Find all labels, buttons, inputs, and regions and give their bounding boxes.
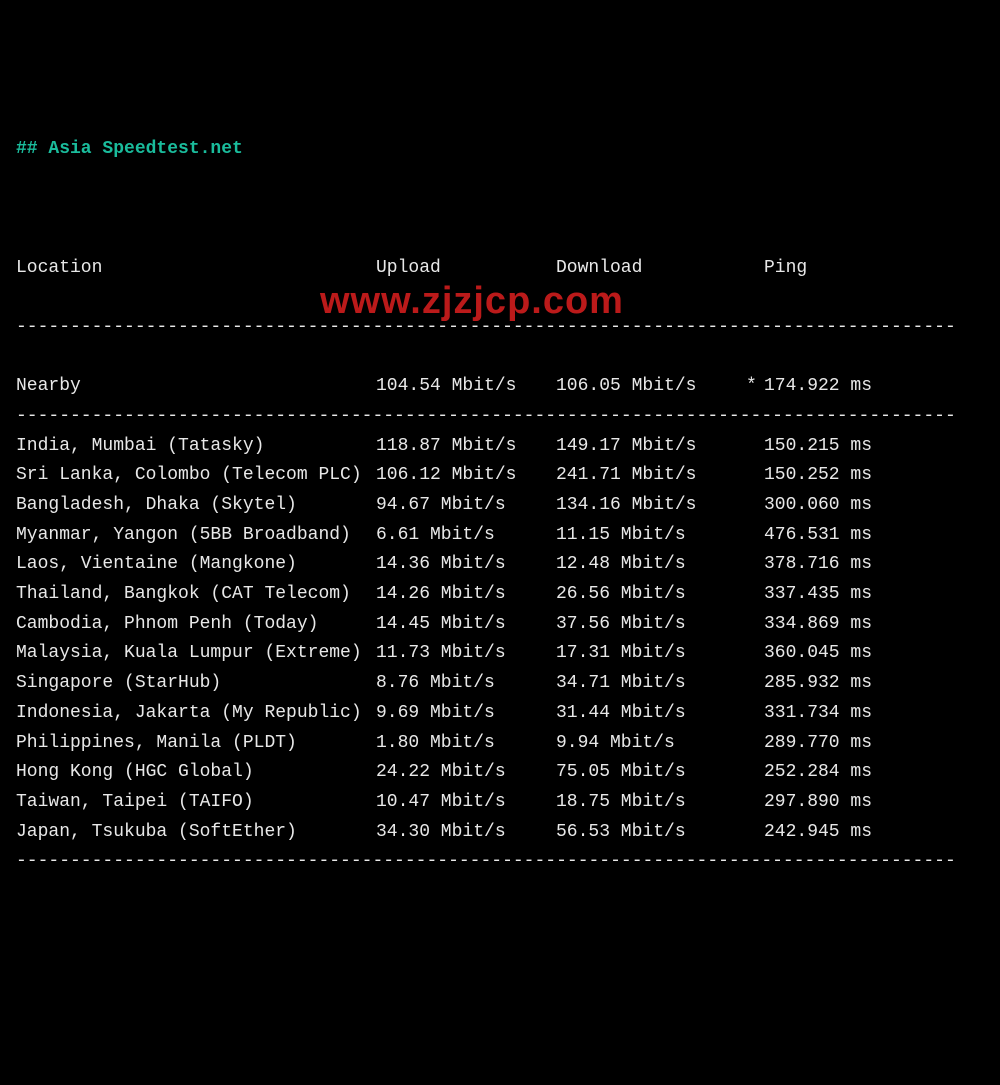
cell-upload: 106.12 Mbit/s [376, 461, 556, 491]
cell-star [746, 729, 764, 759]
table-row: Cambodia, Phnom Penh (Today)14.45 Mbit/s… [16, 610, 984, 640]
cell-star [746, 639, 764, 669]
cell-ping: 378.716 ms [764, 550, 934, 580]
cell-upload: 14.36 Mbit/s [376, 550, 556, 580]
cell-upload: 6.61 Mbit/s [376, 521, 556, 551]
cell-ping: 297.890 ms [764, 788, 934, 818]
cell-download: 11.15 Mbit/s [556, 521, 746, 551]
cell-download: 241.71 Mbit/s [556, 461, 746, 491]
table-row: Nearby104.54 Mbit/s106.05 Mbit/s* 174.92… [16, 372, 984, 402]
table-row: Malaysia, Kuala Lumpur (Extreme)11.73 Mb… [16, 639, 984, 669]
cell-location: Myanmar, Yangon (5BB Broadband) [16, 521, 376, 551]
cell-upload: 9.69 Mbit/s [376, 699, 556, 729]
cell-ping: 150.252 ms [764, 461, 934, 491]
col-header-upload: Upload [376, 254, 556, 284]
cell-download: 37.56 Mbit/s [556, 610, 746, 640]
cell-download: 17.31 Mbit/s [556, 639, 746, 669]
table-row: Indonesia, Jakarta (My Republic)9.69 Mbi… [16, 699, 984, 729]
table-header: Location Upload Download Ping [16, 254, 984, 284]
cell-upload: 94.67 Mbit/s [376, 491, 556, 521]
col-header-download: Download [556, 254, 746, 284]
divider: ----------------------------------------… [16, 313, 984, 343]
cell-download: 75.05 Mbit/s [556, 758, 746, 788]
cell-star [746, 461, 764, 491]
cell-location: Taiwan, Taipei (TAIFO) [16, 788, 376, 818]
cell-star [746, 491, 764, 521]
table-row: Taiwan, Taipei (TAIFO)10.47 Mbit/s18.75 … [16, 788, 984, 818]
cell-upload: 34.30 Mbit/s [376, 818, 556, 848]
cell-star [746, 699, 764, 729]
section-title: ## Asia Speedtest.net [16, 135, 984, 165]
table-row: Philippines, Manila (PLDT)1.80 Mbit/s9.9… [16, 729, 984, 759]
cell-ping: 150.215 ms [764, 432, 934, 462]
divider: ----------------------------------------… [16, 402, 984, 432]
cell-ping: 331.734 ms [764, 699, 934, 729]
cell-download: 9.94 Mbit/s [556, 729, 746, 759]
cell-download: 18.75 Mbit/s [556, 788, 746, 818]
table-row: Sri Lanka, Colombo (Telecom PLC)106.12 M… [16, 461, 984, 491]
cell-location: Malaysia, Kuala Lumpur (Extreme) [16, 639, 376, 669]
cell-upload: 8.76 Mbit/s [376, 669, 556, 699]
cell-ping: 285.932 ms [764, 669, 934, 699]
table-row: Japan, Tsukuba (SoftEther)34.30 Mbit/s56… [16, 818, 984, 848]
cell-upload: 118.87 Mbit/s [376, 432, 556, 462]
cell-star [746, 550, 764, 580]
cell-download: 34.71 Mbit/s [556, 669, 746, 699]
table-row: Singapore (StarHub)8.76 Mbit/s34.71 Mbit… [16, 669, 984, 699]
cell-ping: 300.060 ms [764, 491, 934, 521]
table-row: Hong Kong (HGC Global)24.22 Mbit/s75.05 … [16, 758, 984, 788]
cell-star [746, 818, 764, 848]
cell-download: 31.44 Mbit/s [556, 699, 746, 729]
cell-star [746, 669, 764, 699]
cell-ping: 242.945 ms [764, 818, 934, 848]
cell-ping: 252.284 ms [764, 758, 934, 788]
col-header-location: Location [16, 254, 376, 284]
col-header-ping: Ping [764, 254, 934, 284]
table-row: India, Mumbai (Tatasky)118.87 Mbit/s149.… [16, 432, 984, 462]
cell-upload: 10.47 Mbit/s [376, 788, 556, 818]
cell-location: Singapore (StarHub) [16, 669, 376, 699]
table-row: Laos, Vientaine (Mangkone)14.36 Mbit/s12… [16, 550, 984, 580]
cell-location: Indonesia, Jakarta (My Republic) [16, 699, 376, 729]
cell-location: India, Mumbai (Tatasky) [16, 432, 376, 462]
cell-ping: 289.770 ms [764, 729, 934, 759]
cell-upload: 24.22 Mbit/s [376, 758, 556, 788]
cell-ping: 334.869 ms [764, 610, 934, 640]
cell-star: * [746, 372, 764, 402]
cell-download: 149.17 Mbit/s [556, 432, 746, 462]
blank-line [16, 194, 984, 224]
cell-download: 134.16 Mbit/s [556, 491, 746, 521]
cell-ping: 476.531 ms [764, 521, 934, 551]
cell-download: 56.53 Mbit/s [556, 818, 746, 848]
cell-download: 106.05 Mbit/s [556, 372, 746, 402]
col-header-star [746, 254, 764, 284]
cell-upload: 104.54 Mbit/s [376, 372, 556, 402]
cell-location: Laos, Vientaine (Mangkone) [16, 550, 376, 580]
cell-star [746, 758, 764, 788]
cell-upload: 11.73 Mbit/s [376, 639, 556, 669]
cell-location: Sri Lanka, Colombo (Telecom PLC) [16, 461, 376, 491]
cell-ping: 360.045 ms [764, 639, 934, 669]
cell-location: Cambodia, Phnom Penh (Today) [16, 610, 376, 640]
cell-upload: 1.80 Mbit/s [376, 729, 556, 759]
cell-download: 12.48 Mbit/s [556, 550, 746, 580]
cell-location: Japan, Tsukuba (SoftEther) [16, 818, 376, 848]
cell-star [746, 521, 764, 551]
table-row: Myanmar, Yangon (5BB Broadband)6.61 Mbit… [16, 521, 984, 551]
cell-ping: 174.922 ms [764, 372, 934, 402]
cell-location: Hong Kong (HGC Global) [16, 758, 376, 788]
divider: ----------------------------------------… [16, 847, 984, 877]
cell-location: Philippines, Manila (PLDT) [16, 729, 376, 759]
cell-location: Nearby [16, 372, 376, 402]
cell-star [746, 432, 764, 462]
cell-star [746, 610, 764, 640]
cell-upload: 14.45 Mbit/s [376, 610, 556, 640]
cell-location: Bangladesh, Dhaka (Skytel) [16, 491, 376, 521]
cell-star [746, 788, 764, 818]
table-row: Bangladesh, Dhaka (Skytel)94.67 Mbit/s13… [16, 491, 984, 521]
